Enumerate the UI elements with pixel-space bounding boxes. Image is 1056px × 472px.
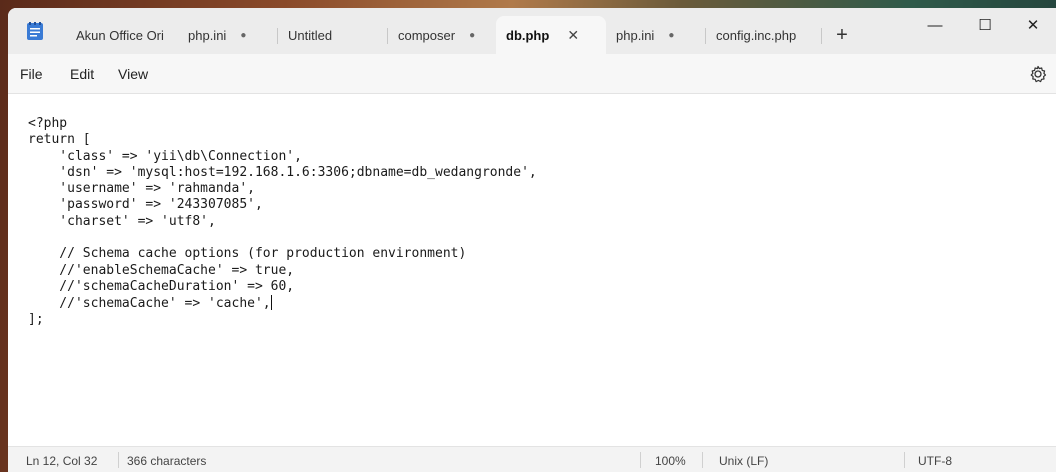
code-line: 'username' => 'rahmanda', xyxy=(28,181,255,197)
character-count: 366 characters xyxy=(127,454,207,468)
gear-icon[interactable] xyxy=(1028,64,1048,84)
close-tab-icon[interactable]: ✕ xyxy=(567,27,579,44)
tab-config-inc-php[interactable]: config.inc.php xyxy=(706,16,822,54)
status-divider xyxy=(904,452,905,468)
tab-akun-office-ori[interactable]: Akun Office Ori xyxy=(66,16,178,54)
tab-label: composer xyxy=(398,27,456,43)
code-content[interactable]: <?php return [ 'class' => 'yii\db\Connec… xyxy=(28,116,537,328)
status-divider xyxy=(118,452,119,468)
code-line: 'charset' => 'utf8', xyxy=(28,213,216,229)
code-line-with-caret: //'schemaCache' => 'cache', xyxy=(28,295,537,311)
tab-db-php[interactable]: db.php ✕ xyxy=(496,16,606,54)
menu-edit[interactable]: Edit xyxy=(70,66,94,82)
encoding[interactable]: UTF-8 xyxy=(918,454,952,468)
menu-file[interactable]: File xyxy=(20,66,43,82)
code-line: 'dsn' => 'mysql:host=192.168.1.6:3306;db… xyxy=(28,164,537,180)
menu-view[interactable]: View xyxy=(118,66,148,82)
tab-composer[interactable]: composer ● xyxy=(388,16,496,54)
status-divider xyxy=(702,452,703,468)
code-line: return [ xyxy=(28,132,91,148)
tab-php-ini-1[interactable]: php.ini ● xyxy=(178,16,278,54)
tab-untitled[interactable]: Untitled xyxy=(278,16,388,54)
notepad-window: Akun Office Ori php.ini ● Untitled compo… xyxy=(8,8,1056,472)
notepad-icon xyxy=(27,22,43,40)
code-line: ]; xyxy=(28,311,44,327)
unsaved-dot-icon: ● xyxy=(668,29,675,41)
code-line: //'schemaCacheDuration' => 60, xyxy=(28,278,295,294)
title-bar: Akun Office Ori php.ini ● Untitled compo… xyxy=(8,8,1056,54)
text-caret xyxy=(270,295,272,311)
status-divider xyxy=(640,452,641,468)
tab-label: php.ini xyxy=(188,27,227,43)
tab-php-ini-2[interactable]: php.ini ● xyxy=(606,16,706,54)
code-line: <?php xyxy=(28,116,68,131)
tab-label: php.ini xyxy=(616,27,655,43)
unsaved-dot-icon: ● xyxy=(240,29,247,41)
tab-strip: Akun Office Ori php.ini ● Untitled compo… xyxy=(66,16,862,54)
code-line: // Schema cache options (for production … xyxy=(28,246,467,262)
menu-bar: File Edit View xyxy=(8,54,1056,94)
text-editor[interactable]: <?php return [ 'class' => 'yii\db\Connec… xyxy=(8,94,1056,446)
minimize-button[interactable]: — xyxy=(912,8,958,42)
status-bar: Ln 12, Col 32 366 characters 100% Unix (… xyxy=(8,446,1056,472)
tab-label: Akun Office Ori xyxy=(76,27,164,43)
tab-label: db.php xyxy=(506,27,550,43)
close-window-button[interactable]: ✕ xyxy=(1010,8,1056,42)
line-ending[interactable]: Unix (LF) xyxy=(719,454,768,468)
tab-label: config.inc.php xyxy=(716,27,797,43)
tab-label: Untitled xyxy=(288,27,333,43)
zoom-level[interactable]: 100% xyxy=(655,454,686,468)
code-line-text: //'schemaCache' => 'cache', xyxy=(28,296,271,312)
code-line: 'class' => 'yii\db\Connection', xyxy=(28,148,302,164)
code-line: //'enableSchemaCache' => true, xyxy=(28,262,295,278)
unsaved-dot-icon: ● xyxy=(469,29,476,41)
cursor-position[interactable]: Ln 12, Col 32 xyxy=(26,454,97,468)
code-line: 'password' => '243307085', xyxy=(28,197,263,213)
new-tab-button[interactable]: + xyxy=(822,16,862,54)
maximize-button[interactable]: ☐ xyxy=(962,8,1008,42)
